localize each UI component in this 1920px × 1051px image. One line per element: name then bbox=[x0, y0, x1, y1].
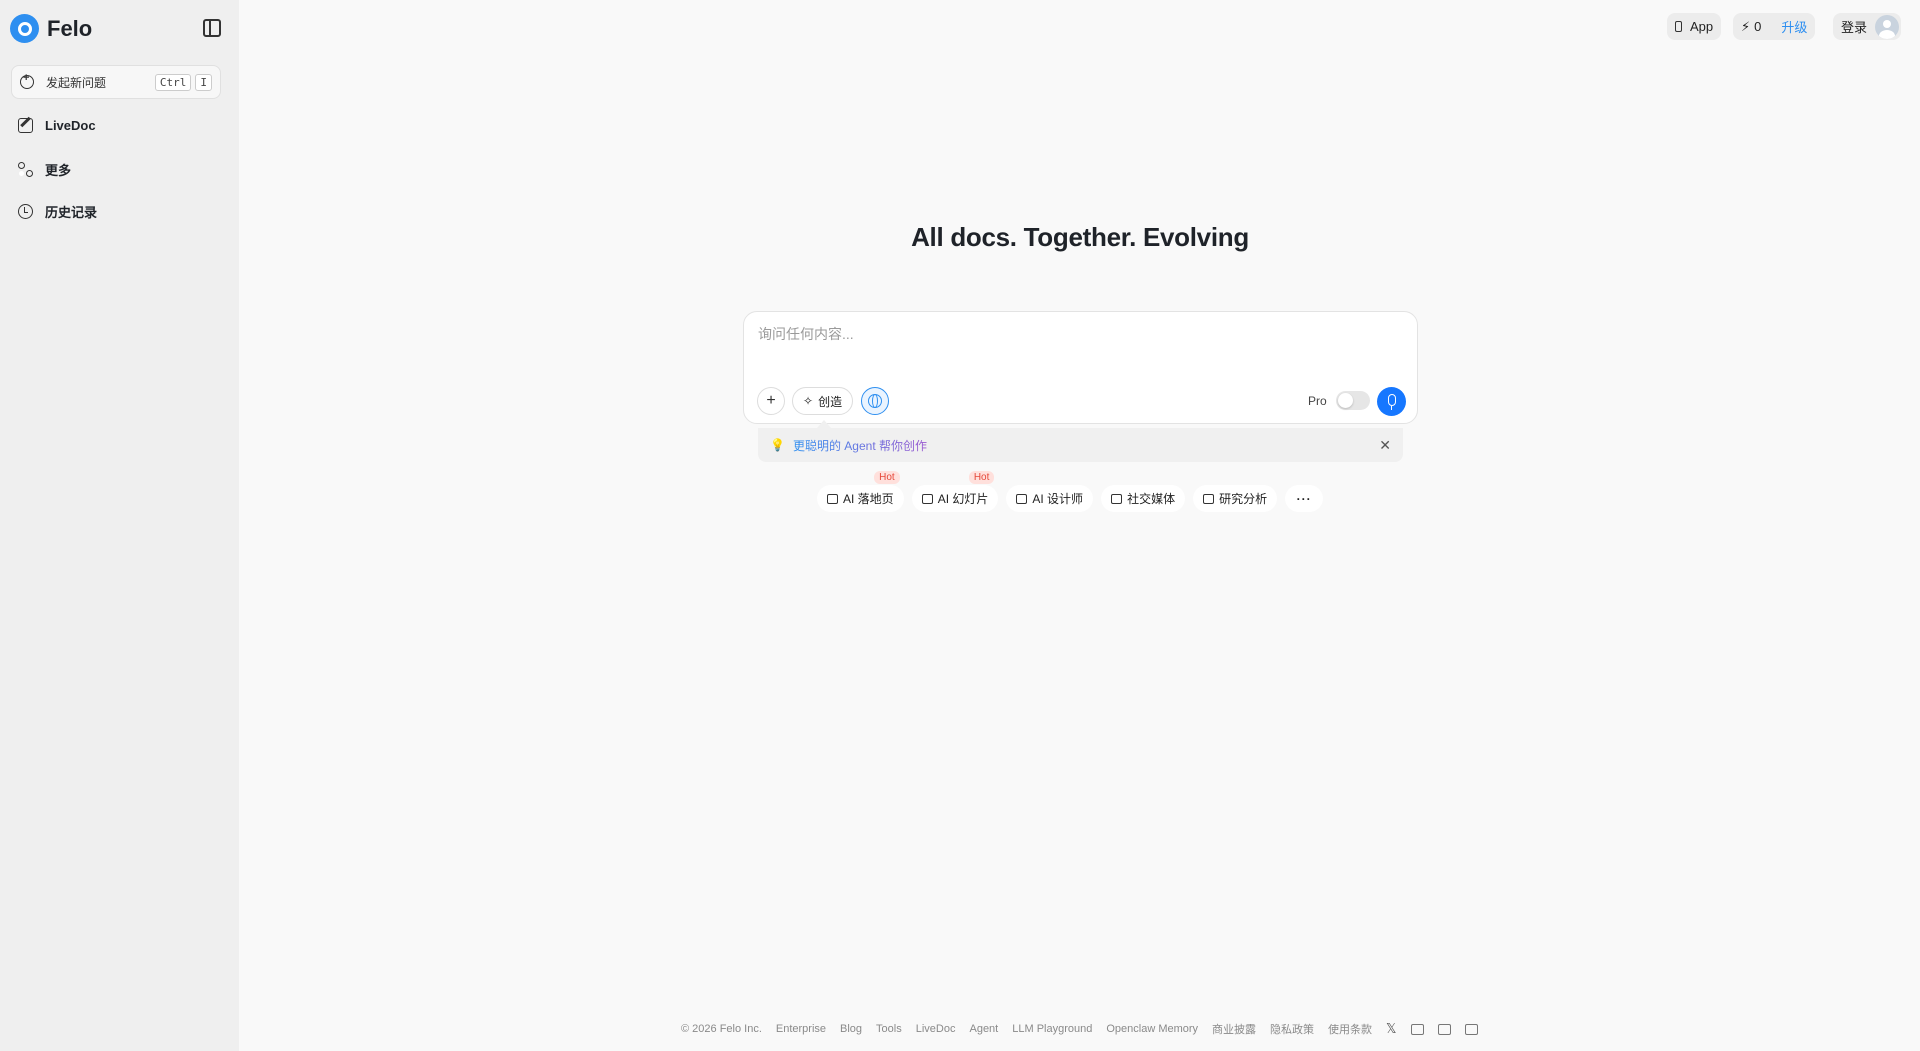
page-title: All docs. Together. Evolving bbox=[911, 222, 1249, 252]
analysis-icon bbox=[1203, 493, 1215, 504]
app-label: App bbox=[1690, 19, 1714, 34]
sidebar-item-label: 历史记录 bbox=[45, 205, 98, 220]
chip-ai-designer[interactable]: AI 设计师 bbox=[1006, 485, 1094, 512]
create-button[interactable]: ✧ 创造 bbox=[792, 387, 854, 415]
footer: © 2026 Felo Inc. Enterprise Blog Tools L… bbox=[681, 1021, 1478, 1037]
monitor-icon bbox=[827, 493, 838, 504]
new-chat-icon bbox=[20, 72, 34, 89]
search-box: + ✧ 创造 Pro bbox=[743, 311, 1418, 424]
sidebar-toggle-icon[interactable] bbox=[203, 19, 221, 37]
sidebar-item-label: LiveDoc bbox=[45, 118, 96, 133]
agent-hint-banner[interactable]: 💡 更聪明的 Agent 帮你创作 ✕ bbox=[758, 428, 1403, 462]
plus-icon: + bbox=[766, 392, 776, 409]
footer-link-tools[interactable]: Tools bbox=[876, 1023, 902, 1035]
mail-icon[interactable] bbox=[1464, 1023, 1478, 1035]
shortcut-key-i: I bbox=[195, 73, 212, 91]
chip-ai-landing-page[interactable]: AI 落地页 Hot bbox=[817, 471, 904, 512]
globe-icon[interactable] bbox=[861, 387, 889, 415]
discord-icon[interactable] bbox=[1410, 1023, 1424, 1035]
edit-icon bbox=[921, 493, 933, 504]
sidebar-item-more[interactable]: 更多 bbox=[18, 160, 71, 179]
new-question-label: 发起新问题 bbox=[46, 75, 107, 90]
credits-upgrade-pill: ⚡ 0 升级 bbox=[1733, 13, 1816, 40]
document-edit-icon bbox=[1111, 493, 1123, 504]
new-question-button[interactable]: 发起新问题 Ctrl I bbox=[11, 65, 221, 99]
youtube-icon[interactable] bbox=[1437, 1023, 1451, 1035]
footer-link-agent[interactable]: Agent bbox=[969, 1023, 998, 1035]
brand-name: Felo bbox=[47, 15, 93, 41]
mic-icon[interactable] bbox=[1377, 387, 1406, 416]
footer-link-privacy[interactable]: 隐私政策 bbox=[1270, 1021, 1314, 1037]
pro-toggle[interactable] bbox=[1336, 391, 1370, 410]
search-input[interactable] bbox=[758, 326, 1398, 342]
chip-ai-slides[interactable]: AI 幻灯片 Hot bbox=[911, 471, 999, 512]
sidebar: Felo 发起新问题 Ctrl I LiveDoc 更多 历史记录 bbox=[0, 0, 239, 1051]
footer-link-blog[interactable]: Blog bbox=[840, 1023, 862, 1035]
sidebar-item-history[interactable]: 历史记录 bbox=[18, 202, 97, 221]
copyright: © 2026 Felo Inc. bbox=[681, 1023, 762, 1035]
login-label: 登录 bbox=[1841, 20, 1868, 35]
credits-count: 0 bbox=[1754, 19, 1762, 34]
chip-label: AI 落地页 bbox=[843, 492, 894, 506]
hot-badge: Hot bbox=[874, 471, 900, 484]
app-download-button[interactable]: App bbox=[1667, 13, 1722, 40]
footer-link-business-disclosure[interactable]: 商业披露 bbox=[1212, 1021, 1256, 1037]
create-label: 创造 bbox=[818, 394, 843, 409]
avatar bbox=[1875, 14, 1900, 39]
brand-logo[interactable]: Felo bbox=[10, 14, 92, 43]
bulb-icon: 💡 bbox=[770, 438, 785, 452]
hint-text[interactable]: 更聪明的 Agent 帮你创作 bbox=[793, 437, 927, 454]
quick-actions: AI 落地页 Hot AI 幻灯片 Hot AI 设计师 社交媒体 研究分析 ·… bbox=[817, 471, 1324, 512]
login-button[interactable]: 登录 bbox=[1833, 13, 1902, 40]
hot-badge: Hot bbox=[968, 471, 995, 484]
footer-link-livedoc[interactable]: LiveDoc bbox=[916, 1023, 956, 1035]
upgrade-link[interactable]: 升级 bbox=[1781, 17, 1807, 36]
grid-icon bbox=[18, 162, 33, 177]
close-icon[interactable]: ✕ bbox=[1379, 437, 1391, 454]
x-icon[interactable]: 𝕏 bbox=[1386, 1021, 1396, 1037]
footer-link-enterprise[interactable]: Enterprise bbox=[776, 1023, 826, 1035]
history-icon bbox=[18, 204, 33, 219]
chip-social-media[interactable]: 社交媒体 bbox=[1101, 485, 1186, 512]
image-icon bbox=[1016, 493, 1028, 504]
footer-link-terms[interactable]: 使用条款 bbox=[1328, 1021, 1372, 1037]
shortcut-key-ctrl: Ctrl bbox=[154, 73, 192, 91]
chip-label: AI 设计师 bbox=[1032, 492, 1084, 506]
more-icon[interactable]: ··· bbox=[1285, 485, 1324, 512]
chip-label: 社交媒体 bbox=[1127, 492, 1176, 506]
chip-label: 研究分析 bbox=[1219, 492, 1268, 506]
sidebar-item-livedoc[interactable]: LiveDoc bbox=[18, 118, 96, 133]
bolt-icon: ⚡ bbox=[1741, 18, 1751, 34]
add-attachment-button[interactable]: + bbox=[757, 387, 785, 415]
phone-icon bbox=[1675, 21, 1682, 32]
sidebar-item-label: 更多 bbox=[45, 163, 72, 178]
pro-label: Pro bbox=[1308, 394, 1327, 408]
edit-icon bbox=[18, 118, 33, 133]
chip-research-analysis[interactable]: 研究分析 bbox=[1193, 485, 1278, 512]
shortcut-hint: Ctrl I bbox=[151, 73, 212, 91]
footer-link-llm-playground[interactable]: LLM Playground bbox=[1012, 1023, 1092, 1035]
felo-logo-icon bbox=[10, 14, 39, 43]
footer-link-openclaw-memory[interactable]: Openclaw Memory bbox=[1106, 1023, 1198, 1035]
hint-arrow bbox=[817, 420, 831, 428]
sparkle-icon: ✧ bbox=[803, 394, 814, 408]
chip-label: AI 幻灯片 bbox=[937, 492, 989, 506]
